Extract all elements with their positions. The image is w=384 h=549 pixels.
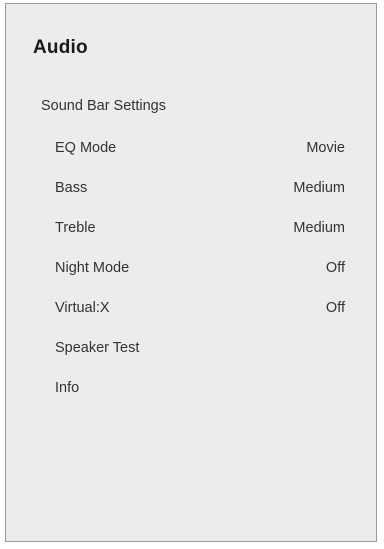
menu-item-value: Off — [325, 260, 345, 276]
menu-item-value: Movie — [306, 140, 345, 156]
audio-settings-panel: Audio Sound Bar Settings EQ Mode Movie B… — [5, 3, 377, 542]
menu-item-label: Info — [55, 380, 80, 396]
page-title: Audio — [33, 37, 88, 58]
menu-item-speaker-test[interactable]: Speaker Test — [6, 330, 376, 370]
menu-item-eq-mode[interactable]: EQ Mode Movie — [6, 130, 376, 170]
menu-item-label: Treble — [55, 220, 96, 236]
menu-item-night-mode[interactable]: Night Mode Off — [6, 250, 376, 290]
menu-item-value: Medium — [293, 220, 345, 236]
menu-item-value: Medium — [293, 180, 345, 196]
menu-item-label: Virtual:X — [55, 300, 110, 316]
menu-item-label: Night Mode — [55, 260, 130, 276]
menu-item-virtual-x[interactable]: Virtual:X Off — [6, 290, 376, 330]
menu-item-info[interactable]: Info — [6, 370, 376, 410]
section-header-sound-bar-settings: Sound Bar Settings — [41, 98, 166, 114]
menu-item-label: Bass — [55, 180, 88, 196]
menu-item-label: Speaker Test — [55, 340, 140, 356]
menu-item-bass[interactable]: Bass Medium — [6, 170, 376, 210]
settings-menu: EQ Mode Movie Bass Medium Treble Medium … — [6, 130, 376, 410]
menu-item-value: Off — [325, 300, 345, 316]
menu-item-treble[interactable]: Treble Medium — [6, 210, 376, 250]
menu-item-label: EQ Mode — [55, 140, 117, 156]
